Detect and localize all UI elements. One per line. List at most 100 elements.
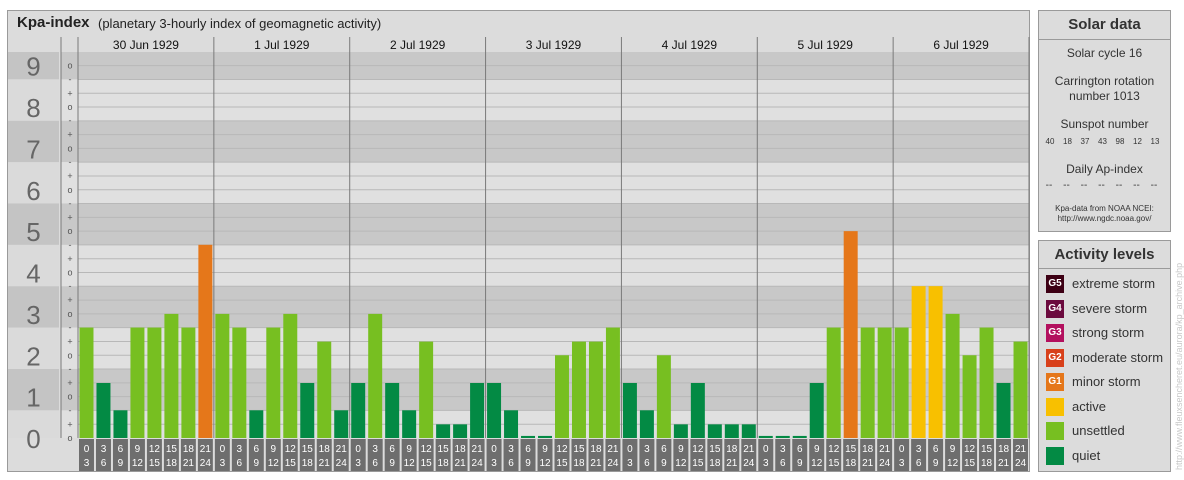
kp-bar <box>504 410 519 438</box>
interval-start-label: 18 <box>726 444 738 455</box>
interval-end-label: 18 <box>166 458 178 469</box>
kp-bar <box>809 382 824 438</box>
interval-end-label: 21 <box>998 458 1010 469</box>
kp-bar <box>232 327 247 438</box>
interval-end-label: 21 <box>726 458 738 469</box>
interval-start-label: 6 <box>797 444 803 455</box>
interval-start-label: 6 <box>254 444 260 455</box>
interval-start-label: 21 <box>743 444 755 455</box>
interval-start-label: 18 <box>183 444 195 455</box>
interval-start-label: 15 <box>573 444 585 455</box>
kp-bar <box>198 244 213 438</box>
kp-bar <box>419 341 434 438</box>
kp-bar <box>368 313 383 438</box>
interval-end-label: 9 <box>525 458 531 469</box>
y-minor-tick-label: + <box>67 130 72 140</box>
interval-end-label: 24 <box>472 458 484 469</box>
y-tick-label: 0 <box>26 424 40 454</box>
interval-end-label: 24 <box>743 458 755 469</box>
y-minor-tick-label: - <box>69 323 72 333</box>
legend-label: severe storm <box>1072 300 1148 316</box>
day-label: 3 Jul 1929 <box>526 38 582 52</box>
solar-title-divider <box>1039 39 1170 40</box>
kp-bar <box>487 382 502 438</box>
interval-end-label: 24 <box>607 458 619 469</box>
kp-bar <box>758 435 773 438</box>
y-minor-tick-label: + <box>67 171 72 181</box>
kp-bar <box>673 424 688 438</box>
interval-start-label: 9 <box>814 444 820 455</box>
interval-start-label: 0 <box>355 444 361 455</box>
interval-start-label: 0 <box>84 444 90 455</box>
ap-value: -- <box>1080 180 1088 191</box>
kp-bar <box>249 410 264 438</box>
legend-swatch: G2 <box>1046 348 1064 367</box>
kp-bar <box>521 435 536 438</box>
legend-swatch <box>1046 422 1064 440</box>
day-label: 4 Jul 1929 <box>662 38 718 52</box>
kp-bar <box>622 382 637 438</box>
interval-start-label: 3 <box>508 444 514 455</box>
interval-start-label: 9 <box>678 444 684 455</box>
interval-start-label: 9 <box>542 444 548 455</box>
interval-end-label: 18 <box>302 458 314 469</box>
interval-start-label: 15 <box>981 444 993 455</box>
interval-end-label: 3 <box>220 458 226 469</box>
solar-data-title: Solar data <box>1068 16 1141 33</box>
y-minor-tick-label: + <box>67 378 72 388</box>
interval-end-label: 12 <box>132 458 144 469</box>
legend-label: strong storm <box>1072 325 1145 340</box>
interval-start-label: 0 <box>491 444 497 455</box>
y-minor-tick-label: o <box>67 102 72 112</box>
kp-bar <box>945 313 960 438</box>
interval-end-label: 15 <box>149 458 161 469</box>
ap-value: -- <box>1063 180 1070 191</box>
kp-bar <box>690 382 705 438</box>
interval-end-label: 15 <box>285 458 297 469</box>
interval-end-label: 9 <box>661 458 667 469</box>
day-label: 2 Jul 1929 <box>390 38 446 52</box>
interval-end-label: 3 <box>899 458 905 469</box>
interval-start-label: 12 <box>149 444 161 455</box>
legend-item: G4 severe storm <box>1046 299 1171 318</box>
interval-start-label: 6 <box>525 444 531 455</box>
interval-start-label: 15 <box>709 444 721 455</box>
legend-item: G2 moderate storm <box>1046 348 1171 367</box>
y-minor-tick-label: - <box>69 74 72 84</box>
y-minor-tick-label: + <box>67 295 72 305</box>
kp-bar <box>911 286 926 438</box>
sunspot-value: 13 <box>1150 137 1160 146</box>
interval-start-label: 0 <box>763 444 769 455</box>
interval-start-label: 0 <box>220 444 226 455</box>
legend-label: active <box>1072 398 1106 414</box>
interval-end-label: 18 <box>573 458 585 469</box>
ap-value: -- <box>1115 180 1123 191</box>
sunspot-value: 98 <box>1115 137 1125 146</box>
day-label: 1 Jul 1929 <box>254 38 310 52</box>
sunspot-value: 12 <box>1133 137 1142 146</box>
y-minor-tick-label: - <box>69 405 72 415</box>
kp-bar <box>266 327 281 438</box>
kp-bar <box>130 327 145 438</box>
interval-end-label: 12 <box>268 458 280 469</box>
solar-data-panel: Solar data Solar cycle 16 Carrington rot… <box>1038 10 1171 232</box>
interval-end-label: 15 <box>828 458 840 469</box>
kp-bar <box>826 327 841 438</box>
kp-bar <box>571 341 586 438</box>
interval-end-label: 21 <box>862 458 874 469</box>
interval-end-label: 6 <box>101 458 107 469</box>
kp-bar <box>996 382 1011 438</box>
legend-label: quiet <box>1072 447 1101 463</box>
interval-start-label: 21 <box>879 444 891 455</box>
interval-start-label: 3 <box>916 444 922 455</box>
y-minor-tick-label: o <box>67 392 72 402</box>
kp-bar <box>843 231 858 438</box>
kpa-bar-chart: 30 Jun 1929 1 Jul 1929 2 Jul 1929 3 Jul 192… <box>8 37 1030 471</box>
y-band-plot-bg <box>61 203 1029 245</box>
interval-start-label: 9 <box>950 444 956 455</box>
kp-bar <box>605 327 620 438</box>
interval-start-label: 9 <box>406 444 412 455</box>
interval-end-label: 21 <box>319 458 331 469</box>
interval-start-label: 9 <box>135 444 141 455</box>
legend-swatch <box>1046 397 1064 416</box>
